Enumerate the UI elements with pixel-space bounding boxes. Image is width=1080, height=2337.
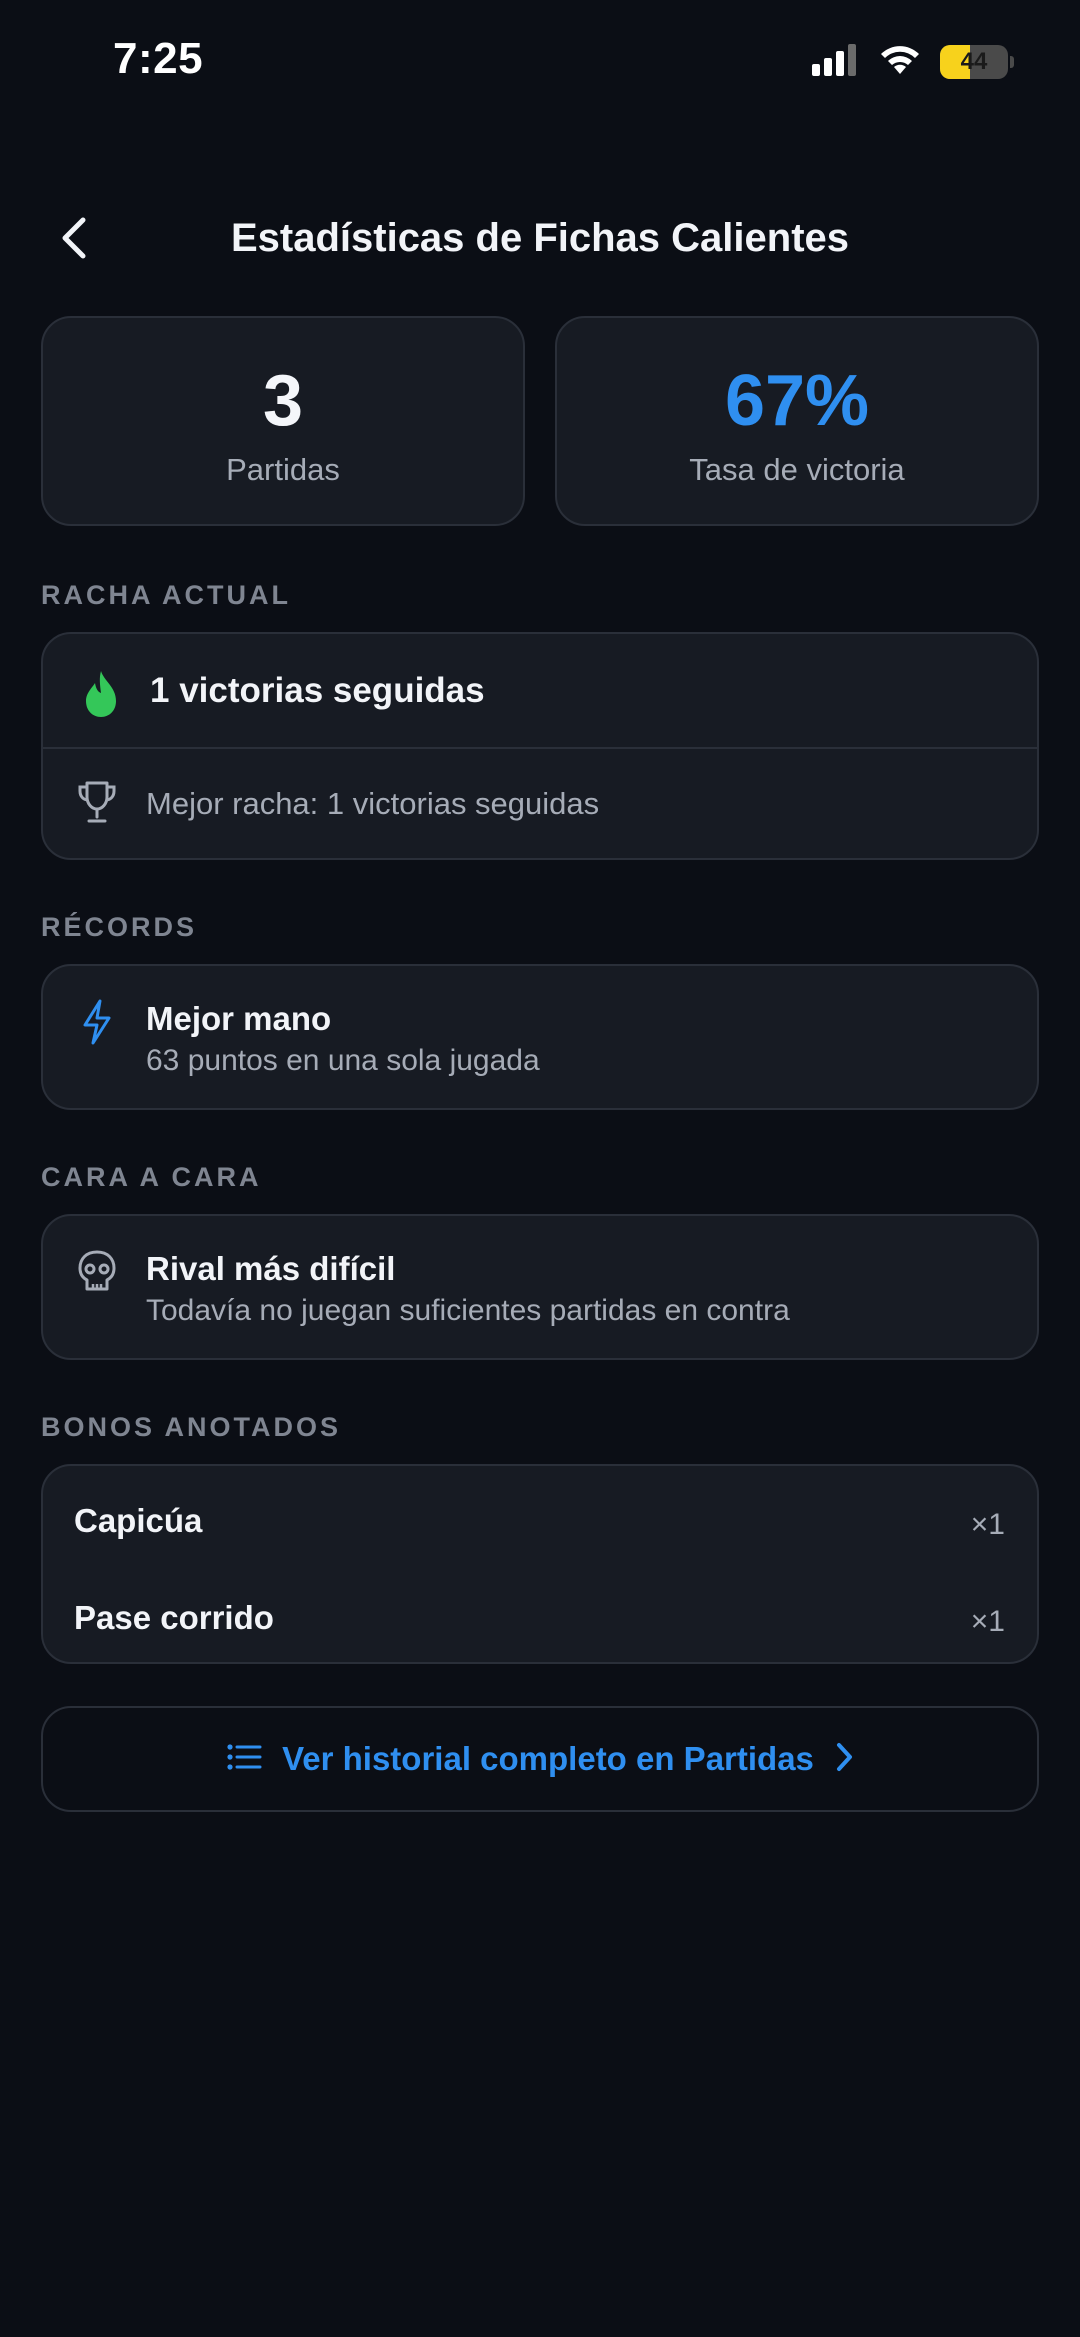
section-title-bonuses: BONOS ANOTADOS — [41, 1412, 342, 1442]
wifi-icon — [878, 44, 922, 81]
flame-icon — [79, 666, 123, 722]
games-played-label: Partidas — [226, 452, 340, 487]
page-title: Estadísticas de Fichas Calientes — [230, 216, 850, 260]
chevron-right-icon — [834, 1741, 854, 1778]
status-time: 7:25 — [113, 34, 204, 83]
section-title-streak: RACHA ACTUAL — [41, 580, 291, 610]
bonus-count: ×1 — [970, 1605, 1005, 1638]
current-streak-text: 1 victorias seguidas — [150, 671, 485, 710]
games-played-tile: 3 Partidas — [41, 316, 525, 526]
rival-title: Rival más difícil — [146, 1250, 396, 1287]
rival-subtitle: Todavía no juegan suficientes partidas e… — [146, 1294, 790, 1327]
games-played-value: 3 — [262, 361, 304, 441]
signal-icon — [812, 43, 860, 81]
battery-icon: 44 — [940, 45, 1014, 79]
bonus-name: Capicúa — [74, 1502, 203, 1539]
battery-level: 44 — [960, 48, 988, 75]
streak-card: 1 victorias seguidas Mejor racha: 1 vict… — [41, 632, 1039, 860]
bonus-count: ×1 — [970, 1508, 1005, 1541]
best-streak-text: Mejor racha: 1 victorias seguidas — [146, 786, 600, 821]
view-history-button[interactable]: Ver historial completo en Partidas — [41, 1706, 1039, 1812]
win-rate-value: 67% — [724, 361, 870, 441]
list-icon — [226, 1743, 262, 1776]
win-rate-label: Tasa de victoria — [689, 452, 905, 487]
status-icons: 44 — [812, 40, 1014, 84]
battery-indicator: 44 — [940, 45, 1008, 79]
section-title-records: RÉCORDS — [41, 912, 198, 942]
battery-nub — [1010, 56, 1014, 68]
skull-icon — [75, 1248, 119, 1296]
best-hand-title: Mejor mano — [146, 1000, 332, 1037]
bonus-name: Pase corrido — [74, 1599, 274, 1636]
best-hand-card: Mejor mano 63 puntos en una sola jugada — [41, 964, 1039, 1110]
bolt-icon — [77, 996, 117, 1048]
rival-card: Rival más difícil Todavía no juegan sufi… — [41, 1214, 1039, 1360]
best-hand-subtitle: 63 puntos en una sola jugada — [146, 1044, 540, 1077]
screen: 7:25 44 Estadísticas de Fichas Calientes… — [0, 0, 1080, 2337]
section-title-head-to-head: CARA A CARA — [41, 1162, 262, 1192]
divider — [43, 747, 1037, 749]
win-rate-tile: 67% Tasa de victoria — [555, 316, 1039, 526]
bonuses-card: Capicúa ×1 Pase corrido ×1 — [41, 1464, 1039, 1664]
view-history-label: Ver historial completo en Partidas — [282, 1740, 814, 1777]
trophy-icon — [75, 778, 119, 826]
